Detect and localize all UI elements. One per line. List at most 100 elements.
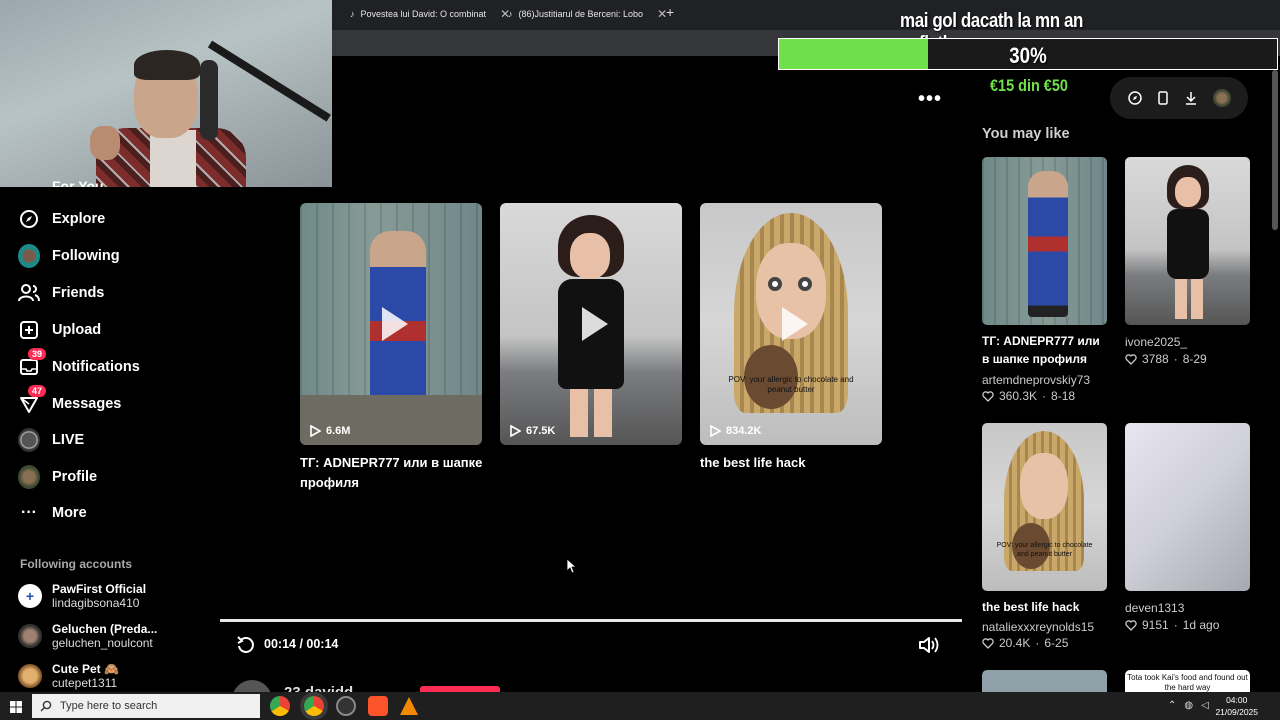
- scrollbar[interactable]: [1272, 70, 1278, 230]
- following-account-item[interactable]: + PawFirst Official lindagibsona410: [18, 582, 146, 610]
- sidebar-item-label: Explore: [52, 211, 106, 227]
- suggested-video-card[interactable]: [982, 157, 1107, 325]
- friends-icon: [18, 282, 40, 304]
- account-name: PawFirst Official: [52, 582, 147, 596]
- compass-icon[interactable]: [1127, 91, 1142, 105]
- video-progress-bar[interactable]: [220, 619, 962, 622]
- search-placeholder: Type here to search: [60, 700, 158, 712]
- account-username: geluchen_noulcont: [52, 636, 153, 650]
- sidebar-item-explore[interactable]: Explore: [18, 208, 105, 230]
- suggested-video-stats: 3788 · 8-29: [1125, 352, 1207, 366]
- sidebar-item-upload[interactable]: Upload: [18, 319, 101, 341]
- play-outline-icon: [310, 425, 321, 437]
- browser-tab-2[interactable]: ♪ (86)Justitiarul de Berceni: Lobo ✕: [508, 4, 667, 24]
- suggested-video-user[interactable]: ivone2025_: [1125, 335, 1187, 349]
- suggested-video-user[interactable]: artemdneprovskiy73: [982, 373, 1090, 387]
- video-overlay-caption: Tota took Kai's food and found out the h…: [1127, 673, 1248, 692]
- sidebar-item-label: Following: [52, 248, 120, 264]
- suggested-video-user[interactable]: nataliexxxreynolds15: [982, 620, 1094, 634]
- suggested-video-stats: 20.4K · 6-25: [982, 636, 1068, 650]
- heart-icon: [982, 637, 994, 649]
- download-icon[interactable]: [1184, 91, 1198, 105]
- play-icon: [782, 307, 808, 341]
- browser-tab-1[interactable]: ♪ Povestea lui David: O combinat ✕: [350, 4, 510, 24]
- more-options-icon[interactable]: •••: [918, 88, 942, 111]
- system-tray: ⌃ ◍ ◁: [1168, 700, 1209, 711]
- sidebar-item-friends[interactable]: Friends: [18, 282, 104, 304]
- view-count: 6.6M: [310, 425, 350, 437]
- avatar: +: [18, 584, 42, 608]
- you-may-like-heading: You may like: [982, 126, 1070, 142]
- phone-icon[interactable]: [1157, 91, 1169, 105]
- chrome-icon[interactable]: [270, 696, 290, 716]
- sidebar-item-label: Notifications: [52, 359, 140, 375]
- windows-start-icon[interactable]: [10, 701, 22, 713]
- account-username: cutepet1311: [52, 676, 118, 690]
- profile-avatar-icon: [18, 465, 40, 489]
- suggested-video-user[interactable]: deven1313: [1125, 601, 1184, 615]
- view-count-value: 834.2K: [726, 425, 762, 437]
- suggested-video-card[interactable]: [1125, 423, 1250, 591]
- related-video-card[interactable]: 6.6M: [300, 203, 482, 445]
- messages-badge: 47: [28, 385, 47, 397]
- sidebar-item-notifications[interactable]: 39 Notifications: [18, 348, 140, 378]
- donation-percent: 30%: [1009, 43, 1047, 68]
- sidebar-item-label: Friends: [52, 285, 105, 301]
- sidebar-item-for-you-partial[interactable]: For You: [52, 178, 104, 187]
- taskbar-search[interactable]: Type here to search: [32, 694, 260, 718]
- suggested-video-card[interactable]: Tota took Kai's food and found out the h…: [1125, 670, 1250, 692]
- chrome-active-icon[interactable]: [304, 696, 324, 716]
- avatar: [18, 624, 42, 648]
- related-video-card[interactable]: POV: your allergic to chocolate and pean…: [700, 203, 882, 445]
- sidebar-item-profile[interactable]: Profile: [18, 465, 98, 489]
- network-icon[interactable]: ◍: [1184, 700, 1193, 711]
- following-account-item[interactable]: Cute Pet 🙈 cutepet1311: [18, 662, 119, 690]
- suggested-video-card[interactable]: [982, 670, 1107, 692]
- sidebar-item-following[interactable]: Following: [18, 244, 120, 268]
- suggested-video-card[interactable]: POV: your allergic to chocolate and pean…: [982, 423, 1107, 591]
- following-accounts-heading: Following accounts: [20, 557, 133, 571]
- sidebar-item-live[interactable]: LIVE: [18, 428, 85, 452]
- new-tab-button[interactable]: +: [666, 4, 674, 20]
- avatar[interactable]: [1212, 89, 1231, 107]
- play-icon: [582, 307, 608, 341]
- account-name: Geluchen (Preda...: [52, 622, 158, 636]
- video-time: 00:14 / 00:14: [264, 637, 339, 651]
- like-count: 9151: [1142, 618, 1169, 632]
- video-title[interactable]: ТГ: ADNEPR777 или в шапке профиля: [300, 453, 490, 493]
- sidebar-item-label: More: [52, 505, 87, 521]
- suggested-video-title[interactable]: ТГ: ADNEPR777 или в шапке профиля: [982, 332, 1107, 368]
- sidebar-item-messages[interactable]: 47 Messages: [18, 385, 121, 415]
- avatar: [18, 664, 42, 688]
- brave-icon[interactable]: [368, 696, 388, 716]
- suggested-video-stats: 360.3K · 8-18: [982, 389, 1075, 403]
- donation-amount: €15 din €50: [990, 76, 1068, 95]
- post-date: 8-29: [1182, 352, 1207, 366]
- vlc-icon[interactable]: [400, 697, 418, 715]
- video-title[interactable]: the best life hack: [700, 453, 890, 473]
- chevron-up-icon[interactable]: ⌃: [1168, 700, 1176, 711]
- clock-time: 04:00: [1226, 695, 1248, 705]
- taskbar-clock[interactable]: 04:00 21/09/2025: [1215, 694, 1258, 718]
- post-date: 8-18: [1051, 389, 1076, 403]
- replay-icon[interactable]: [236, 635, 256, 655]
- heart-icon: [1125, 353, 1137, 365]
- obs-icon[interactable]: [336, 696, 356, 716]
- sidebar-item-label: Profile: [52, 469, 98, 485]
- sidebar-item-label: LIVE: [52, 432, 85, 448]
- tab-label: Povestea lui David: O combinat: [360, 9, 487, 19]
- sidebar-item-label: Upload: [52, 322, 102, 338]
- related-video-card[interactable]: 67.5K: [500, 203, 682, 445]
- clock-date: 21/09/2025: [1215, 707, 1258, 717]
- suggested-video-title[interactable]: the best life hack: [982, 598, 1107, 616]
- suggested-video-card[interactable]: [1125, 157, 1250, 325]
- following-account-item[interactable]: Geluchen (Preda... geluchen_noulcont: [18, 622, 157, 650]
- post-date: 6-25: [1044, 636, 1069, 650]
- volume-icon[interactable]: [918, 635, 940, 655]
- volume-icon[interactable]: ◁: [1201, 700, 1209, 711]
- following-avatar-icon: [18, 244, 40, 268]
- account-username: lindagibsona410: [52, 596, 140, 610]
- search-icon: [40, 700, 52, 712]
- post-date: 1d ago: [1182, 618, 1220, 632]
- sidebar-item-more[interactable]: ··· More: [18, 502, 87, 524]
